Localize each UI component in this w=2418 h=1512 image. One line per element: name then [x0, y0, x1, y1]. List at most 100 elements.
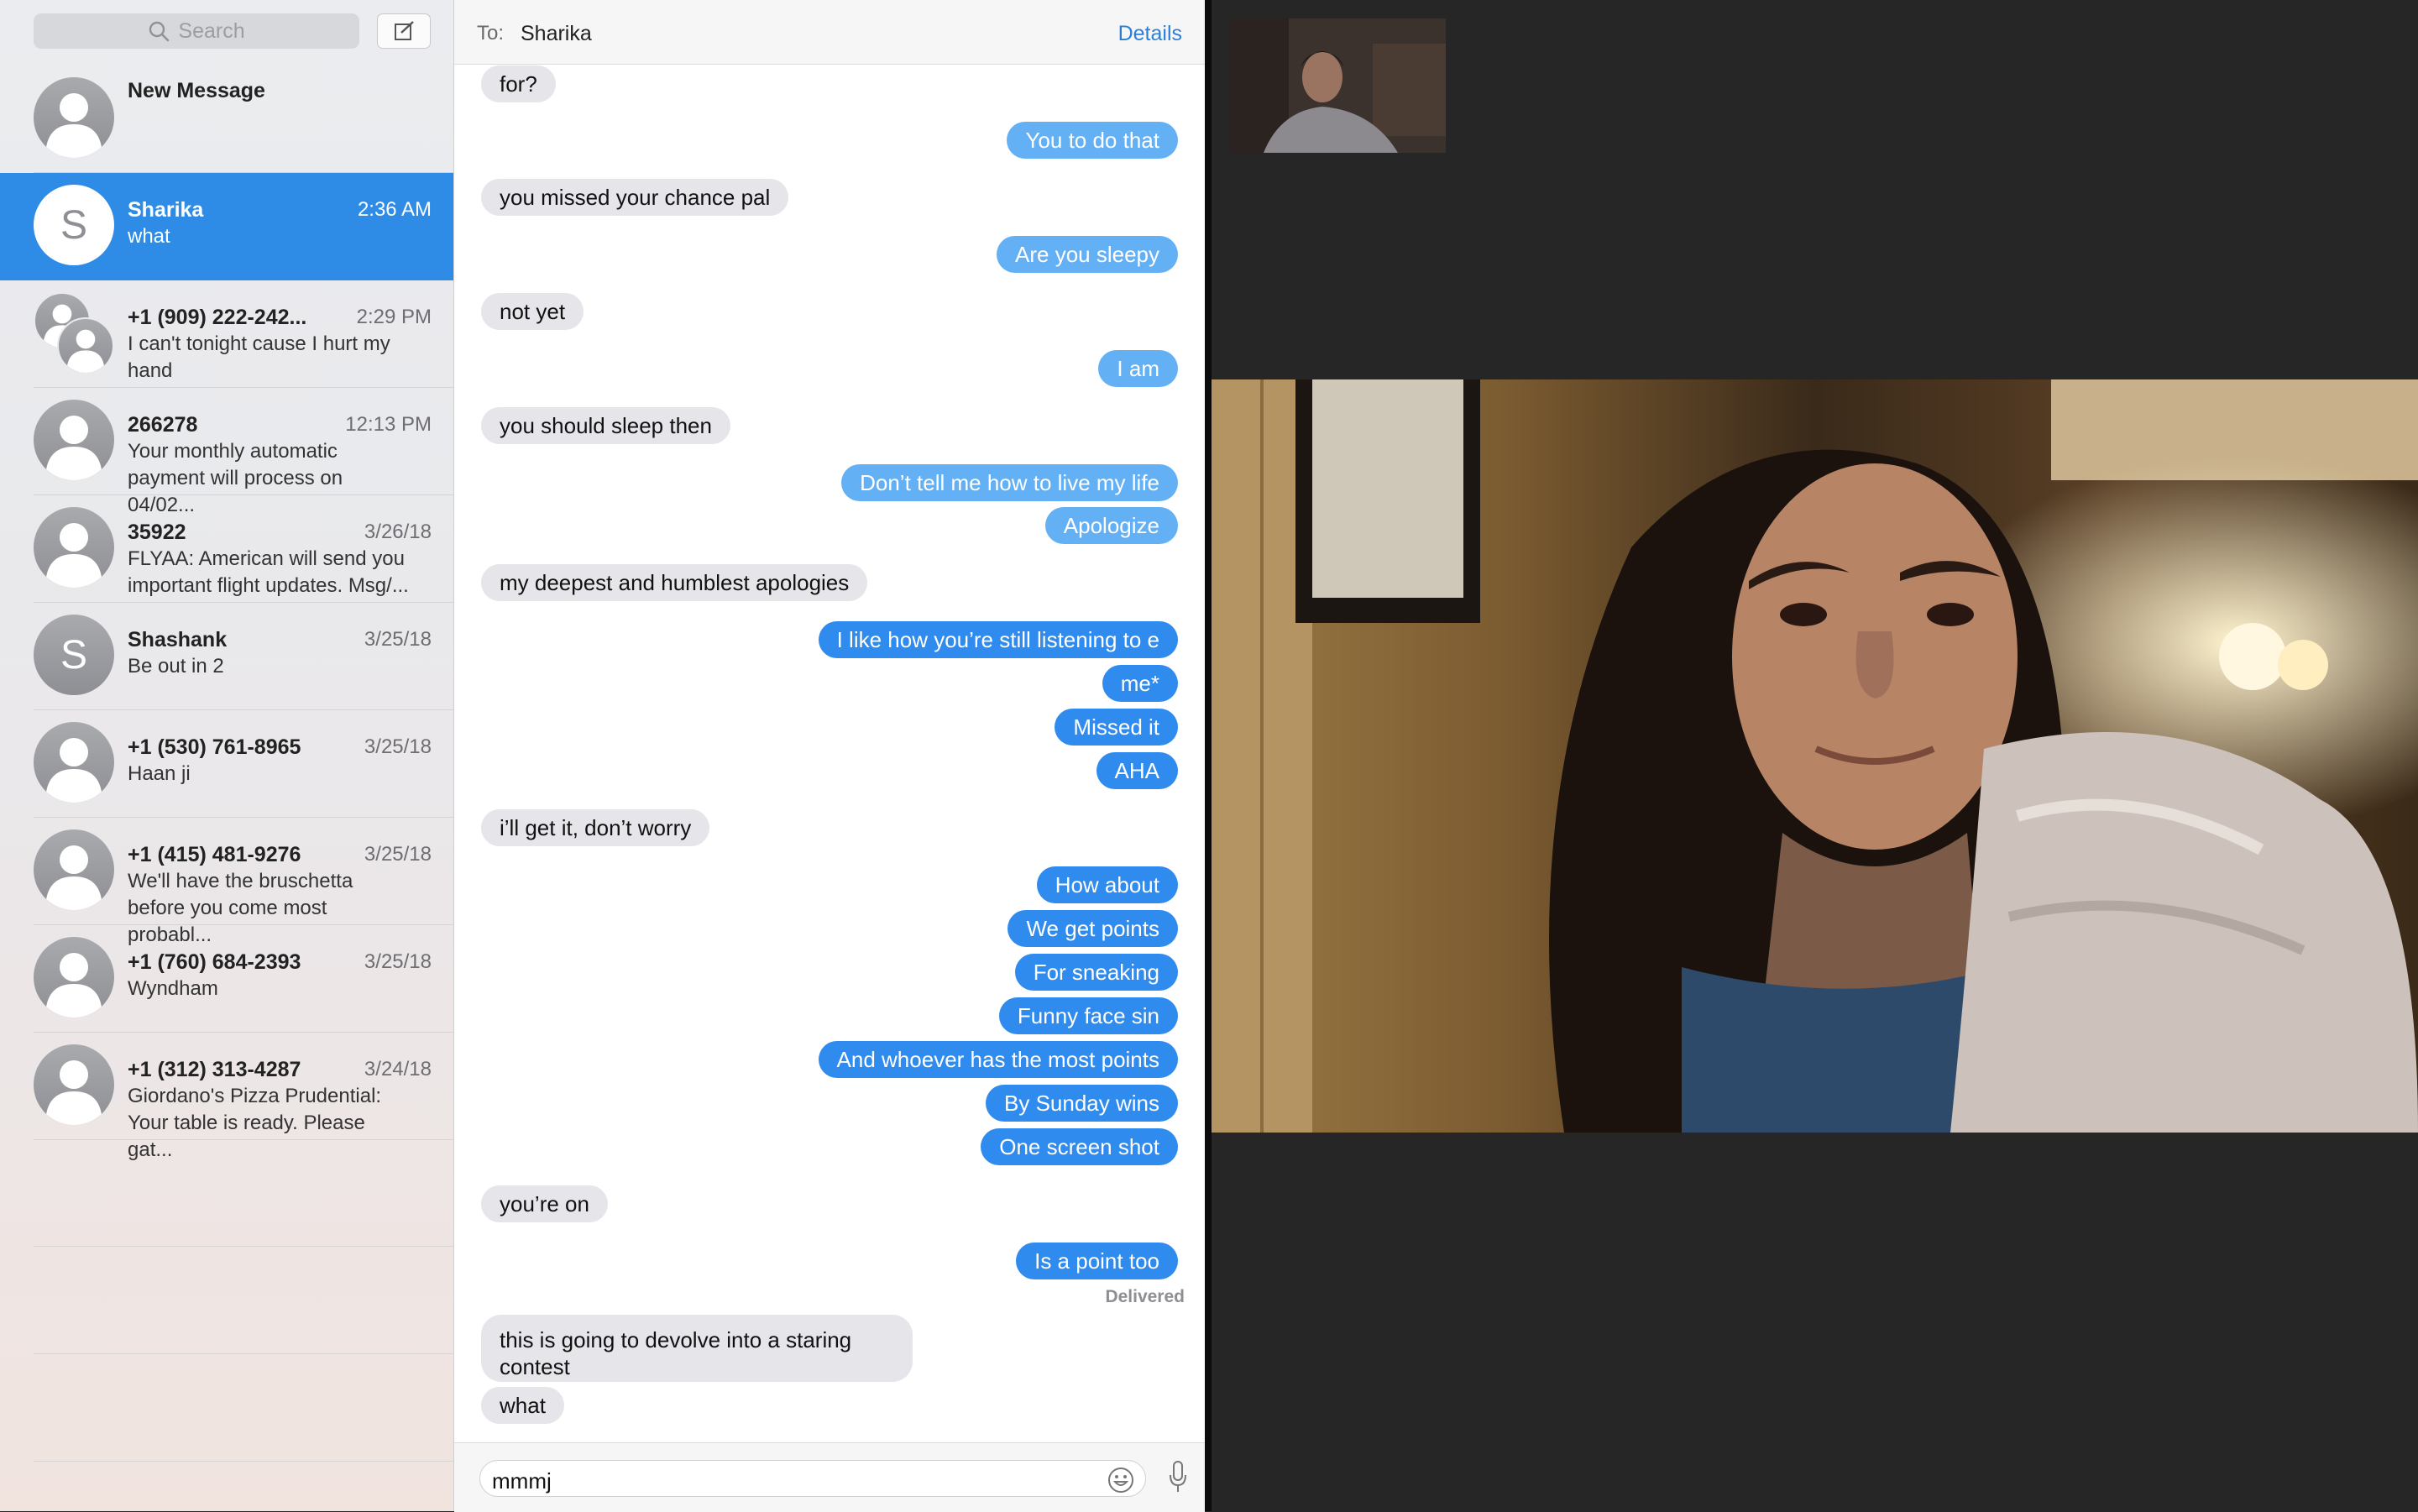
search-icon [149, 21, 170, 42]
conversation-name: +1 (312) 313-4287 [128, 1058, 301, 1081]
conversation-4154819276[interactable]: +1 (415) 481-9276 3/25/18 We'll have the… [0, 818, 453, 946]
microphone-icon[interactable] [1168, 1460, 1188, 1498]
message-bubble-incoming[interactable]: not yet [481, 293, 584, 330]
message-bubble-outgoing[interactable]: Missed it [1055, 709, 1178, 746]
compose-bar: mmmj [454, 1442, 1205, 1512]
conversation-time: 12:13 PM [345, 413, 432, 436]
group-avatar [34, 292, 118, 376]
avatar [57, 317, 114, 374]
message-bubble-outgoing[interactable]: Don’t tell me how to live my life [841, 464, 1178, 501]
message-bubble-outgoing[interactable]: For sneaking [1014, 954, 1178, 991]
avatar [34, 722, 114, 803]
avatar [34, 400, 114, 480]
chat-pane: To: Sharika Details for? You to do that … [454, 0, 1205, 1512]
conversation-name: +1 (760) 684-2393 [128, 950, 301, 974]
conversation-time: 2:29 PM [356, 306, 432, 328]
conversation-preview: FLYAA: American will send you important … [128, 547, 409, 597]
conversation-shashank[interactable]: S Shashank 3/25/18 Be out in 2 [0, 603, 453, 710]
self-camera-view[interactable] [1230, 18, 1446, 153]
search-field[interactable]: Search [34, 13, 359, 49]
message-bubble-outgoing[interactable]: me* [1102, 665, 1178, 702]
chat-header: To: Sharika Details [454, 0, 1205, 65]
message-bubble-outgoing[interactable]: How about [1036, 866, 1178, 903]
message-input[interactable]: mmmj [479, 1460, 1146, 1497]
message-bubble-incoming[interactable]: my deepest and humblest apologies [481, 564, 868, 601]
person-silhouette-icon [45, 93, 102, 158]
list-divider [34, 1246, 453, 1247]
conversation-time: 3/25/18 [364, 628, 432, 651]
conversation-preview: Be out in 2 [128, 655, 224, 678]
message-bubble-outgoing[interactable]: Are you sleepy [997, 236, 1178, 273]
conversation-266278[interactable]: 266278 12:13 PM Your monthly automatic p… [0, 388, 453, 516]
to-label: To: [477, 22, 505, 44]
conversation-name: New Message [128, 79, 265, 102]
remote-camera-image [1212, 379, 2418, 1133]
message-bubble-outgoing[interactable]: By Sunday wins [986, 1085, 1178, 1122]
list-divider [34, 1353, 453, 1354]
message-bubble-incoming[interactable]: this is going to devolve into a staring … [481, 1315, 913, 1382]
conversation-new-message[interactable]: New Message [0, 65, 453, 173]
conversation-time: 3/25/18 [364, 735, 432, 758]
message-bubble-outgoing[interactable]: You to do that [1007, 122, 1178, 159]
message-bubble-incoming[interactable]: you’re on [481, 1185, 608, 1222]
message-transcript[interactable]: for? You to do that you missed your chan… [454, 65, 1205, 1441]
conversation-name: +1 (415) 481-9276 [128, 843, 301, 866]
pane-divider[interactable] [1205, 0, 1212, 1511]
message-bubble-outgoing[interactable]: I like how you’re still listening to e [818, 621, 1178, 658]
avatar [34, 507, 114, 588]
conversation-preview: what [128, 225, 170, 248]
message-bubble-outgoing[interactable]: Apologize [1044, 507, 1178, 544]
avatar [34, 829, 114, 910]
conversation-3123134287[interactable]: +1 (312) 313-4287 3/24/18 Giordano's Piz… [0, 1033, 453, 1161]
avatar: S [34, 185, 114, 265]
conversation-group[interactable]: +1 (909) 222-242... 2:29 PM I can't toni… [0, 280, 453, 388]
delivered-status: Delivered [1105, 1287, 1185, 1306]
avatar [34, 937, 114, 1018]
conversation-time: 2:36 AM [357, 198, 432, 221]
message-bubble-incoming[interactable]: for? [481, 65, 556, 102]
emoji-icon[interactable] [1107, 1466, 1135, 1499]
person-silhouette-icon [45, 416, 102, 480]
conversation-name: +1 (530) 761-8965 [128, 735, 301, 759]
conversation-list: New Message S Sharika 2:36 AM what +1 (9… [0, 65, 453, 1161]
conversation-preview: Giordano's Pizza Prudential: Your table … [128, 1085, 382, 1161]
compose-button[interactable] [377, 13, 431, 49]
recipient-name[interactable]: Sharika [521, 22, 592, 46]
message-bubble-outgoing[interactable]: Is a point too [1016, 1243, 1178, 1279]
conversation-name: 35922 [128, 521, 186, 544]
message-bubble-outgoing[interactable]: I am [1098, 350, 1178, 387]
avatar [34, 1044, 114, 1125]
details-button[interactable]: Details [1118, 22, 1182, 46]
conversation-5307618965[interactable]: +1 (530) 761-8965 3/25/18 Haan ji [0, 710, 453, 818]
person-silhouette-icon [45, 1060, 102, 1125]
conversation-preview: Wyndham [128, 977, 218, 1000]
message-bubble-incoming[interactable]: what [481, 1387, 564, 1424]
conversation-time: 3/24/18 [364, 1058, 432, 1080]
message-input-text[interactable]: mmmj [492, 1468, 552, 1494]
remote-camera-view[interactable] [1212, 379, 2418, 1133]
search-placeholder: Search [178, 18, 245, 43]
person-silhouette-icon [45, 523, 102, 588]
message-bubble-incoming[interactable]: you should sleep then [481, 407, 730, 444]
message-bubble-incoming[interactable]: i’ll get it, don’t worry [481, 809, 710, 846]
message-bubble-outgoing[interactable]: And whoever has the most points [818, 1041, 1178, 1078]
message-bubble-outgoing[interactable]: We get points [1008, 910, 1178, 947]
conversation-time: 3/25/18 [364, 950, 432, 973]
conversation-sharika[interactable]: S Sharika 2:36 AM what [0, 173, 453, 280]
conversation-name: +1 (909) 222-242... [128, 306, 307, 329]
conversation-time: 3/26/18 [364, 521, 432, 543]
avatar [34, 77, 114, 158]
list-divider [34, 1461, 453, 1462]
message-bubble-outgoing[interactable]: Funny face sin [998, 997, 1178, 1034]
message-bubble-outgoing[interactable]: AHA [1096, 752, 1178, 789]
message-bubble-outgoing[interactable]: One screen shot [981, 1128, 1178, 1165]
conversation-name: Sharika [128, 198, 204, 222]
conversation-7606842393[interactable]: +1 (760) 684-2393 3/25/18 Wyndham [0, 925, 453, 1033]
conversation-35922[interactable]: 35922 3/26/18 FLYAA: American will send … [0, 495, 453, 603]
person-silhouette-icon [45, 738, 102, 803]
conversation-name: 266278 [128, 413, 198, 437]
self-camera-image [1230, 18, 1446, 153]
message-bubble-incoming[interactable]: you missed your chance pal [481, 179, 789, 216]
conversation-sidebar: Search New Message S Sharika 2:36 AM wha… [0, 0, 454, 1511]
conversation-time: 3/25/18 [364, 843, 432, 866]
